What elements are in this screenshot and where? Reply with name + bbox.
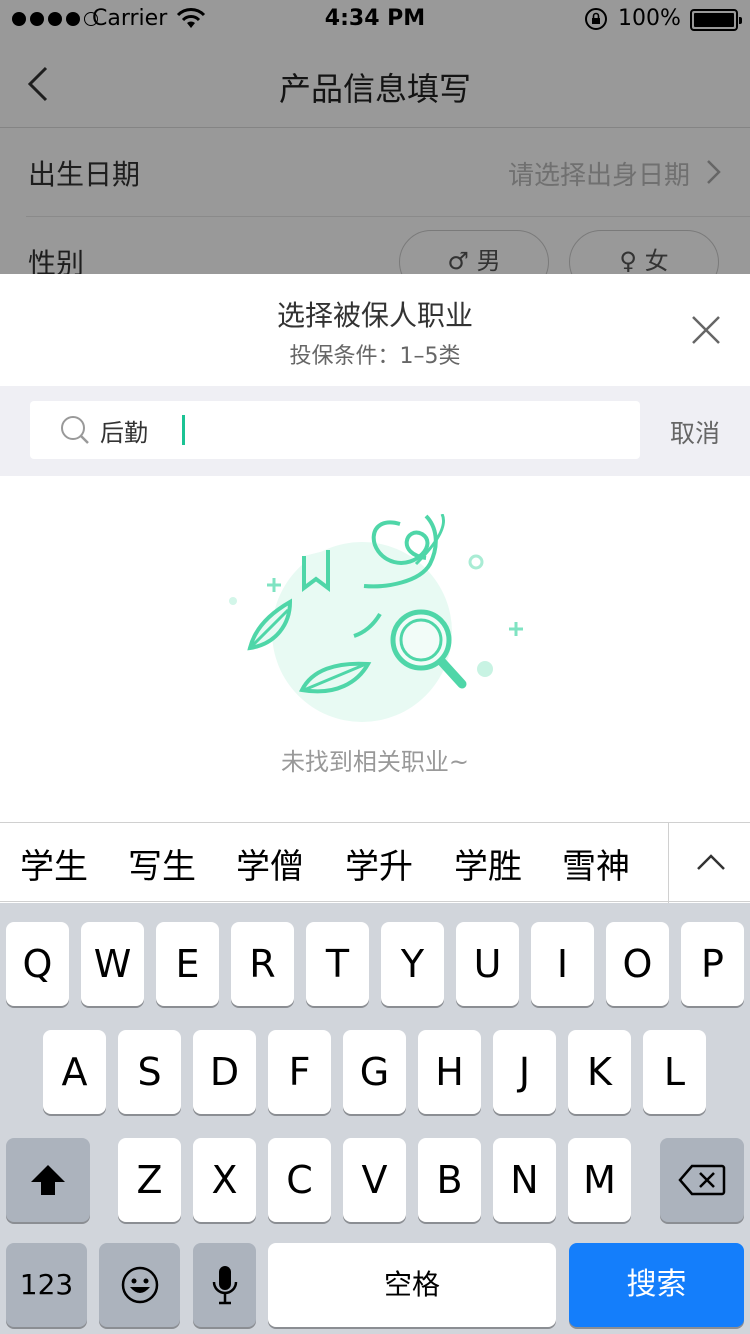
emoji-icon (121, 1266, 158, 1304)
key-o[interactable]: O (606, 922, 669, 1006)
key-k[interactable]: K (568, 1030, 631, 1114)
key-y[interactable]: Y (381, 922, 444, 1006)
key-a[interactable]: A (43, 1030, 106, 1114)
emoji-key[interactable] (99, 1243, 180, 1327)
key-n[interactable]: N (493, 1138, 556, 1222)
key-u[interactable]: U (456, 922, 519, 1006)
key-g[interactable]: G (343, 1030, 406, 1114)
dim-overlay[interactable] (0, 0, 750, 274)
numbers-key[interactable]: 123 (6, 1243, 87, 1327)
candidate-word[interactable]: 写生 (128, 839, 196, 888)
key-q[interactable]: Q (6, 922, 69, 1006)
backspace-icon (678, 1164, 726, 1196)
search-bar: 取消 (0, 386, 750, 476)
empty-state: 未找到相关职业~ (0, 476, 750, 822)
key-t[interactable]: T (306, 922, 369, 1006)
backspace-key[interactable] (660, 1138, 744, 1222)
key-m[interactable]: M (568, 1138, 631, 1222)
key-w[interactable]: W (81, 922, 144, 1006)
key-b[interactable]: B (418, 1138, 481, 1222)
chevron-up-icon (697, 854, 725, 870)
key-r[interactable]: R (231, 922, 294, 1006)
key-s[interactable]: S (118, 1030, 181, 1114)
microphone-icon (212, 1266, 237, 1305)
ime-candidate-bar: 学生 写生 学僧 学升 学胜 雪神 (0, 822, 750, 903)
occupation-sheet: 选择被保人职业 投保条件：1–5类 取消 (0, 274, 750, 822)
expand-candidates-button[interactable] (668, 823, 750, 903)
search-input[interactable] (100, 409, 620, 451)
sheet-subtitle: 投保条件：1–5类 (289, 344, 461, 369)
sheet-title: 选择被保人职业 (276, 299, 473, 332)
cancel-button[interactable]: 取消 (670, 414, 720, 450)
shift-icon (31, 1165, 65, 1195)
key-j[interactable]: J (493, 1030, 556, 1114)
space-key[interactable]: 空格 (268, 1243, 556, 1327)
key-e[interactable]: E (156, 922, 219, 1006)
keyboard: Q W E R T Y U I O P A S D F G H J K L Z … (0, 903, 750, 1334)
key-l[interactable]: L (643, 1030, 706, 1114)
candidate-word[interactable]: 学生 (20, 839, 88, 888)
key-x[interactable]: X (193, 1138, 256, 1222)
empty-result-illustration (229, 514, 523, 722)
key-p[interactable]: P (681, 922, 744, 1006)
search-icon (61, 416, 89, 444)
candidate-word[interactable]: 学胜 (454, 839, 522, 888)
search-box[interactable] (30, 401, 640, 459)
shift-key[interactable] (6, 1138, 90, 1222)
key-d[interactable]: D (193, 1030, 256, 1114)
key-v[interactable]: V (343, 1138, 406, 1222)
key-c[interactable]: C (268, 1138, 331, 1222)
close-icon[interactable] (690, 314, 722, 346)
empty-message: 未找到相关职业~ (280, 748, 470, 776)
key-z[interactable]: Z (118, 1138, 181, 1222)
candidate-word[interactable]: 学升 (345, 839, 413, 888)
candidate-word[interactable]: 雪神 (562, 839, 630, 888)
candidate-word[interactable]: 学僧 (236, 839, 304, 888)
key-i[interactable]: I (531, 922, 594, 1006)
text-caret (182, 415, 185, 445)
search-key[interactable]: 搜索 (569, 1243, 744, 1327)
sheet-header: 选择被保人职业 投保条件：1–5类 (0, 274, 750, 386)
key-f[interactable]: F (268, 1030, 331, 1114)
key-h[interactable]: H (418, 1030, 481, 1114)
dictation-key[interactable] (193, 1243, 256, 1327)
